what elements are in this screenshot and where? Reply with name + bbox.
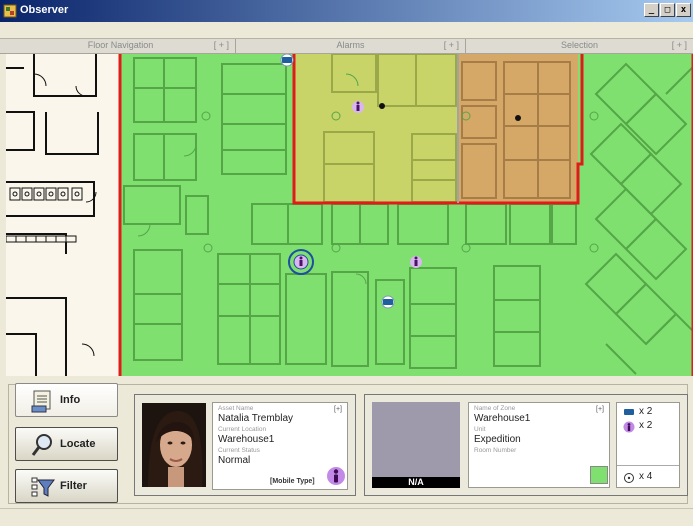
- locate-button-label: Locate: [60, 438, 96, 450]
- tag-counts-box: x 2 x 2 x 4: [616, 402, 680, 488]
- close-button[interactable]: x: [676, 3, 691, 17]
- filter-button[interactable]: Filter: [15, 469, 118, 503]
- panel-label: Alarms: [336, 40, 365, 50]
- mobile-tag-count: x 2: [639, 420, 653, 431]
- mobile-person-marker[interactable]: [410, 256, 422, 268]
- asset-expand-toggle[interactable]: [+]: [334, 406, 342, 413]
- zone-name-value: Warehouse1: [474, 413, 531, 424]
- info-button[interactable]: Info: [15, 383, 118, 417]
- minimize-button[interactable]: _: [644, 3, 659, 17]
- expand-toggle[interactable]: [ + ]: [444, 40, 459, 50]
- room-number-label: Room Number: [474, 447, 517, 454]
- panel-floor-navigation[interactable]: Floor Navigation [ + ]: [6, 39, 236, 53]
- status-bar: [0, 508, 693, 526]
- asset-name-label: Asset Name: [218, 405, 254, 412]
- reader-count: x 4: [639, 471, 653, 482]
- zone-color-swatch: [590, 466, 608, 484]
- panel-selection[interactable]: Selection [ + ]: [466, 39, 693, 53]
- expand-toggle[interactable]: [ + ]: [214, 40, 229, 50]
- zone-image: N/A: [372, 402, 460, 488]
- window-title: Observer: [20, 4, 69, 16]
- zone-image-caption: N/A: [372, 477, 460, 488]
- asset-name-value: Natalia Tremblay: [218, 413, 294, 424]
- panel-label: Selection: [560, 40, 599, 50]
- zone-center-orange: [515, 115, 521, 121]
- reader-icon: [624, 473, 634, 483]
- current-location-label: Current Location: [218, 426, 267, 433]
- static-tag-icon: [624, 409, 634, 415]
- left-hatched-wall: [6, 235, 77, 243]
- counts-divider: [617, 465, 679, 466]
- left-desk-row: [9, 187, 83, 201]
- floor-plan-svg[interactable]: [6, 54, 693, 376]
- title-bar: Observer _ □ x: [0, 0, 693, 22]
- filter-icon: [31, 477, 55, 497]
- magnifier-icon: [31, 434, 52, 456]
- current-location-value: Warehouse1: [218, 434, 275, 445]
- asset-photo: [142, 403, 206, 487]
- locate-button[interactable]: Locate: [15, 427, 118, 461]
- person-portrait-icon: [142, 403, 206, 487]
- info-icon: [31, 390, 51, 413]
- zone-expand-toggle[interactable]: [+]: [596, 406, 604, 413]
- panel-header-bar: Floor Navigation [ + ] Alarms [ + ] Sele…: [0, 38, 693, 54]
- zone-center-yellow: [379, 103, 385, 109]
- unit-label: Unit: [474, 426, 486, 433]
- person-tag-icon: [623, 421, 635, 433]
- filter-button-label: Filter: [60, 480, 87, 492]
- maximize-button[interactable]: □: [660, 3, 675, 17]
- current-status-value: Normal: [218, 455, 251, 466]
- panel-label: Floor Navigation: [87, 40, 154, 50]
- panel-alarms[interactable]: Alarms [ + ]: [236, 39, 466, 53]
- expand-toggle[interactable]: [ + ]: [672, 40, 687, 50]
- mobile-person-icon: [327, 467, 345, 485]
- current-status-label: Current Status: [218, 447, 260, 454]
- info-button-label: Info: [60, 394, 81, 406]
- static-tag-marker[interactable]: [381, 295, 395, 309]
- zone-orange[interactable]: [458, 54, 578, 203]
- mobile-person-marker[interactable]: [352, 101, 364, 113]
- zone-info-box: [+] Name of Zone Warehouse1 Unit Expedit…: [468, 402, 610, 488]
- floor-map[interactable]: [6, 54, 693, 376]
- asset-type-label: [Mobile Type]: [270, 478, 315, 485]
- zone-name-label: Name of Zone: [474, 405, 516, 412]
- unit-value: Expedition: [474, 434, 521, 445]
- left-building-walls: [6, 54, 99, 376]
- static-tag-marker[interactable]: [280, 54, 294, 67]
- app-icon: [3, 4, 17, 18]
- static-tag-count: x 2: [639, 406, 653, 417]
